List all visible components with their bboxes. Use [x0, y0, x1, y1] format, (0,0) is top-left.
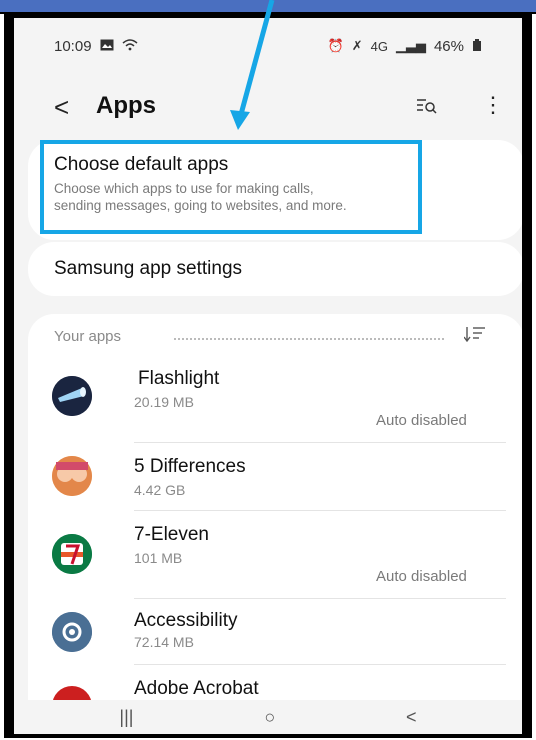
app-size: 101 MB	[134, 550, 183, 566]
phone-frame: 10:09 ⏰ ✗ 4G ▁▃▅ 46% < Apps ⋮ Choose def…	[4, 14, 532, 738]
4g-lte-icon: 4G	[370, 38, 388, 54]
7-eleven-icon	[52, 534, 92, 574]
recents-button[interactable]: |||	[119, 707, 133, 728]
app-name: Adobe Acrobat	[134, 678, 259, 699]
5-differences-icon	[52, 456, 92, 496]
nav-back-button[interactable]: <	[406, 707, 417, 728]
app-name: Accessibility	[134, 610, 238, 631]
row-divider	[134, 510, 506, 511]
app-name: 5 Differences	[134, 456, 246, 477]
app-size: 72.14 MB	[134, 634, 194, 650]
navigation-bar: ||| ○ <	[14, 700, 522, 734]
alarm-icon: ⏰	[327, 38, 344, 53]
app-status: Auto disabled	[376, 568, 467, 585]
sort-icon[interactable]	[463, 326, 486, 347]
app-size: 20.19 MB	[134, 394, 194, 410]
home-button[interactable]: ○	[264, 707, 275, 728]
phone-screen: 10:09 ⏰ ✗ 4G ▁▃▅ 46% < Apps ⋮ Choose def…	[14, 18, 522, 734]
your-apps-card	[28, 314, 522, 734]
row-divider	[134, 664, 506, 665]
samsung-app-settings-card[interactable]: Samsung app settings	[28, 242, 522, 296]
battery-percent: 46%	[433, 37, 464, 55]
image-icon	[100, 39, 114, 54]
back-button[interactable]: <	[54, 92, 69, 123]
row-divider	[134, 442, 506, 443]
app-header: < Apps ⋮	[14, 82, 522, 138]
wifi-icon	[122, 38, 138, 54]
status-bar: 10:09 ⏰ ✗ 4G ▁▃▅ 46%	[14, 18, 522, 74]
more-options-button[interactable]: ⋮	[482, 92, 504, 118]
mute-icon: ✗	[351, 38, 363, 53]
app-size: 4.42 GB	[134, 482, 186, 498]
highlight-box	[40, 140, 422, 234]
top-banner	[0, 0, 536, 14]
section-divider	[174, 338, 444, 340]
flashlight-icon	[52, 376, 92, 416]
samsung-app-settings-title: Samsung app settings	[54, 258, 243, 279]
search-list-icon[interactable]	[416, 98, 438, 119]
app-status: Auto disabled	[376, 412, 467, 429]
row-divider	[134, 598, 506, 599]
your-apps-label: Your apps	[54, 328, 122, 345]
status-time: 10:09	[54, 37, 92, 55]
page-title: Apps	[96, 92, 156, 119]
app-name: Flashlight	[138, 368, 220, 389]
battery-icon	[472, 38, 482, 55]
app-name: 7-Eleven	[134, 524, 209, 545]
signal-icon: ▁▃▅	[395, 38, 426, 53]
accessibility-gear-icon	[52, 612, 92, 652]
